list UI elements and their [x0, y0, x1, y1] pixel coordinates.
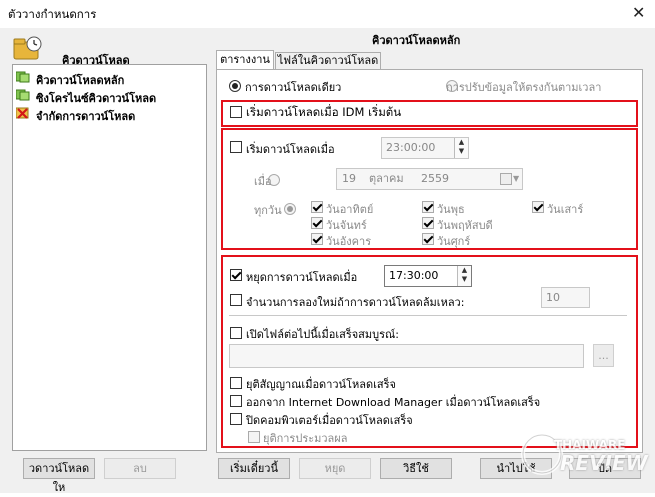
apply-button[interactable]: วิธีใช้: [380, 458, 452, 479]
queue-green-icon: [15, 71, 30, 83]
radio-single-download[interactable]: [229, 80, 241, 92]
open-file-label: เปิดไฟล์ต่อไปนี้เมื่อเสร็จสมบูรณ์:: [246, 328, 399, 341]
date-month: ตุลาคม: [369, 172, 404, 185]
tab-schedule-label: ตารางงาน: [220, 53, 270, 66]
red-x-icon: [15, 107, 30, 119]
on-date-label: เมื่อ: [254, 175, 272, 188]
shutdown-checkbox[interactable]: [230, 413, 242, 425]
separator: [229, 315, 627, 316]
date-year: 2559: [421, 172, 449, 185]
watermark-logo: THAIWARE REVIEW: [520, 424, 650, 486]
new-queue-button[interactable]: วดาวน์โหลดให: [23, 458, 95, 494]
exit-idm-label: ออกจาก Internet Download Manager เมื่อดา…: [246, 396, 541, 409]
shutdown-label: ปิดคอมพิวเตอร์เมื่อดาวน์โหลดเสร็จ: [246, 414, 413, 427]
queue-title: คิวดาวน์โหลดหลัก: [372, 34, 461, 47]
exit-idm-checkbox[interactable]: [230, 395, 242, 407]
tab-schedule[interactable]: ตารางงาน: [216, 50, 274, 70]
window-title: ตัววางกำหนดการ: [8, 7, 97, 21]
day-thursday-checkbox[interactable]: [422, 217, 434, 229]
start-at-label: เริ่มดาวน์โหลดเมื่อ: [246, 143, 335, 156]
browse-button[interactable]: ...: [593, 344, 614, 367]
list-item-label: ซิงโครไนซ์คิวดาวน์โหลด: [36, 92, 157, 105]
day-tuesday-checkbox[interactable]: [311, 233, 323, 245]
close-icon[interactable]: ✕: [632, 3, 645, 22]
apply-prefix: วิธี: [403, 462, 417, 475]
delete-queue-button[interactable]: ลบ: [104, 458, 176, 479]
list-item[interactable]: ซิงโครไนซ์คิวดาวน์โหลด: [15, 88, 202, 105]
day-wednesday-checkbox[interactable]: [422, 201, 434, 213]
watermark-sub: REVIEW: [560, 451, 648, 475]
stop-button[interactable]: หยุด: [299, 458, 371, 479]
retry-checkbox[interactable]: [230, 294, 242, 306]
start-at-checkbox[interactable]: [230, 141, 242, 153]
radio-every-day[interactable]: [283, 203, 296, 215]
start-time-value: 23:00:00: [386, 141, 436, 154]
day-monday-checkbox[interactable]: [311, 217, 323, 229]
list-item[interactable]: จำกัดการดาวน์โหลด: [15, 106, 202, 123]
start-time-input[interactable]: 23:00:00 ▲ ▼: [381, 137, 469, 159]
list-item-label: คิวดาวน์โหลดหลัก: [36, 74, 125, 87]
force-terminate-label: ยุติการประมวลผล: [263, 432, 348, 445]
date-picker[interactable]: 19 ตุลาคม 2559 ▼: [336, 168, 523, 190]
title-bar: ตัววางกำหนดการ ✕: [0, 0, 655, 28]
radio-single-download-label: การดาวน์โหลดเดียว: [245, 81, 342, 94]
retry-count-value: 10: [546, 291, 560, 304]
start-on-idm-label: เริ่มดาวน์โหลดเมื่อ IDM เริ่มต้น: [246, 105, 402, 119]
list-item[interactable]: คิวดาวน์โหลดหลัก: [15, 70, 202, 87]
stop-time-input[interactable]: 17:30:00 ▲ ▼: [384, 265, 472, 287]
day-sunday-checkbox[interactable]: [311, 201, 323, 213]
stop-time-spinner[interactable]: ▲ ▼: [457, 266, 471, 286]
calendar-icon[interactable]: [500, 173, 512, 185]
stop-at-label: หยุดการดาวน์โหลดเมื่อ: [246, 271, 358, 284]
retry-label: จำนวนการลองใหม่ถ้าการดาวน์โหลดล้มเหลว:: [246, 296, 465, 309]
start-now-button[interactable]: เริ่มเดี๋ยวนี้: [218, 458, 290, 479]
every-day-label: ทุกวัน: [254, 204, 282, 217]
day-saturday-checkbox[interactable]: [532, 201, 544, 213]
queue-folder-icon: [12, 34, 44, 62]
stop-at-checkbox[interactable]: [230, 269, 242, 281]
radio-sync-label: การปรับข้อมูลให้ตรงกันตามเวลา: [446, 81, 602, 94]
queue-list: คิวดาวน์โหลดหลัก ซิงโครไนซ์คิวดาวน์โหลด …: [12, 64, 207, 451]
start-time-spinner[interactable]: ▲ ▼: [454, 138, 468, 158]
start-on-idm-checkbox[interactable]: [230, 106, 242, 118]
apply-label: ใช้: [416, 462, 429, 475]
tab-files-label: ไฟล์ในคิวดาวน์โหลด: [277, 54, 379, 67]
tab-files[interactable]: ไฟล์ในคิวดาวน์โหลด: [275, 52, 381, 70]
watermark-brand: THAIWARE: [554, 438, 626, 452]
day-saturday-label: วันเสาร์: [547, 203, 584, 216]
day-tuesday-label: วันอังคาร: [326, 235, 372, 248]
list-item-label: จำกัดการดาวน์โหลด: [36, 110, 136, 123]
day-friday-checkbox[interactable]: [422, 233, 434, 245]
hangup-checkbox[interactable]: [230, 377, 242, 389]
force-terminate-checkbox[interactable]: [248, 431, 260, 443]
open-file-path-input[interactable]: [229, 344, 584, 368]
day-friday-label: วันศุกร์: [437, 235, 471, 248]
chevron-down-icon[interactable]: ▼: [513, 169, 519, 189]
hangup-label: ยุติสัญญาณเมื่อดาวน์โหลดเสร็จ: [246, 378, 396, 391]
stop-time-value: 17:30:00: [389, 269, 439, 282]
queue-green-icon: [15, 89, 30, 101]
date-day: 19: [342, 172, 356, 185]
open-file-checkbox[interactable]: [230, 327, 242, 339]
retry-count-input[interactable]: 10: [541, 287, 590, 308]
